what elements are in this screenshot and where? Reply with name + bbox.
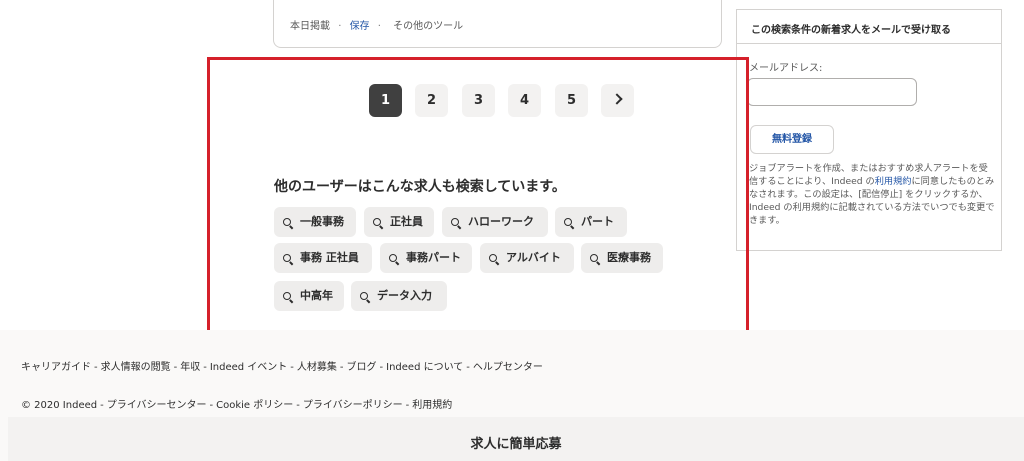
separator: - (339, 362, 344, 373)
separator: · (338, 21, 342, 32)
separator: - (100, 400, 104, 411)
terms-link[interactable]: 利用規約 (875, 176, 912, 187)
job-meta: 本日掲載 · 保存 · その他のツール (290, 17, 463, 32)
separator: - (405, 400, 410, 411)
highlight-box (207, 57, 749, 344)
separator: - (466, 362, 470, 373)
footer-link-about[interactable]: Indeed について (386, 362, 463, 373)
email-input[interactable] (747, 78, 917, 106)
footer-link-career-guide[interactable]: キャリアガイド (21, 362, 91, 373)
email-label: メールアドレス: (749, 63, 823, 74)
separator: - (203, 362, 207, 373)
separator: - (173, 362, 178, 373)
easy-apply-title: 求人に簡単応募 (470, 437, 562, 452)
footer-link-help[interactable]: ヘルプセンター (473, 362, 543, 373)
save-job-link[interactable]: 保存 (350, 21, 370, 32)
job-alert-description: ジョブアラートを作成、またはおすすめ求人アラートを受信することにより、Indee… (749, 162, 995, 227)
footer-link-cookie[interactable]: Cookie ポリシー (216, 400, 293, 411)
separator: - (296, 400, 300, 411)
footer-link-browse-jobs[interactable]: 求人情報の閲覧 (101, 362, 171, 373)
free-register-button[interactable]: 無料登録 (750, 125, 834, 154)
job-alert-panel: この検索条件の新着求人をメールで受け取る メールアドレス: 無料登録 ジョブアラ… (736, 9, 1002, 251)
separator: - (379, 362, 384, 373)
footer-links: キャリアガイド - 求人情報の閲覧 - 年収 - Indeed イベント - 人材募集 - ブログ -… (21, 358, 543, 373)
separator: - (209, 400, 214, 411)
separator: · (377, 21, 381, 32)
other-tools-link[interactable]: その他のツール (393, 21, 463, 32)
footer-legal: © 2020 Indeed - プライバシーセンター - Cookie ポリシー - プライ… (21, 396, 452, 411)
separator: - (94, 362, 98, 373)
separator: - (290, 362, 294, 373)
footer-link-events[interactable]: Indeed イベント (210, 362, 287, 373)
footer-link-privacy-center[interactable]: プライバシーセンター (107, 400, 207, 411)
copyright: © 2020 Indeed (21, 400, 98, 411)
easy-apply-bar[interactable]: 求人に簡単応募 (8, 417, 1024, 461)
footer-link-salary[interactable]: 年収 (180, 362, 200, 373)
footer-link-blog[interactable]: ブログ (347, 362, 377, 373)
posted-date: 本日掲載 (290, 21, 330, 32)
footer-link-privacy-policy[interactable]: プライバシーポリシー (303, 400, 403, 411)
footer-link-terms[interactable]: 利用規約 (412, 400, 452, 411)
footer-link-hiring[interactable]: 人材募集 (297, 362, 337, 373)
search-results-page: ・・・・ 本日掲載 · 保存 · その他のツール この検索条件の新着求人をメール… (0, 0, 1024, 461)
job-card[interactable]: ・・・・ 本日掲載 · 保存 · その他のツール (273, 0, 722, 48)
job-alert-title: この検索条件の新着求人をメールで受け取る (737, 10, 1001, 44)
